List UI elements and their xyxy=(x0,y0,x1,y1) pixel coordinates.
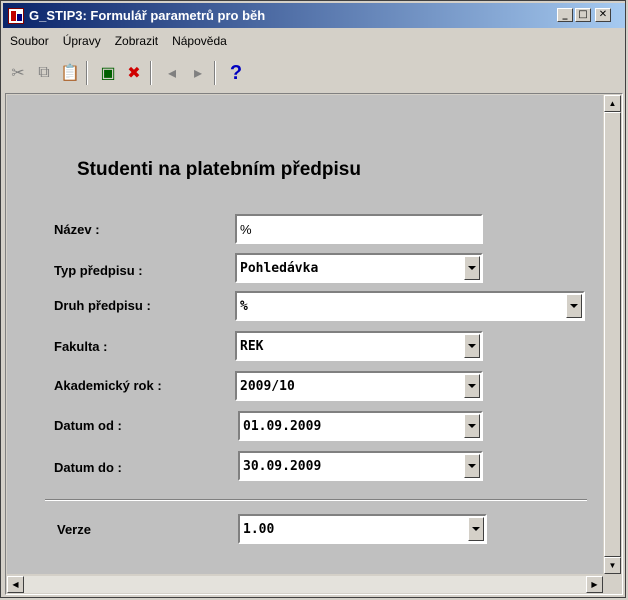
cut-icon[interactable]: ✂ xyxy=(7,62,29,84)
label-typ-predpisu: Typ předpisu : xyxy=(54,263,143,278)
scroll-left-icon[interactable]: ◀ xyxy=(7,576,24,593)
delete-icon[interactable]: ✖ xyxy=(123,62,145,84)
druh-predpisu-dropdown[interactable]: % xyxy=(235,291,585,321)
menu-napoveda[interactable]: Nápověda xyxy=(165,34,234,48)
menu-bar: Soubor Úpravy Zobrazit Nápověda xyxy=(3,30,234,52)
scroll-down-icon[interactable]: ▼ xyxy=(604,557,621,574)
verze-dropdown[interactable]: 1.00 xyxy=(238,514,487,544)
previous-record-icon[interactable]: ◂ xyxy=(161,62,183,84)
typ-predpisu-value: Pohledávka xyxy=(240,260,319,276)
label-akademicky-rok: Akademický rok : xyxy=(54,378,162,393)
label-druh-predpisu: Druh předpisu : xyxy=(54,298,151,313)
label-datum-od: Datum od : xyxy=(54,418,122,433)
menu-soubor[interactable]: Soubor xyxy=(3,34,56,48)
maximize-button[interactable]: □ xyxy=(575,8,591,22)
label-fakulta: Fakulta : xyxy=(54,339,108,354)
datum-do-dropdown[interactable]: 30.09.2009 xyxy=(238,451,483,481)
close-button[interactable]: ✕ xyxy=(595,8,611,22)
datum-od-dropdown[interactable]: 01.09.2009 xyxy=(238,411,483,441)
toolbar: ✂ ⧉ 📋 ▣ ✖ ◂ ▸ ? xyxy=(3,56,625,90)
label-verze: Verze xyxy=(57,522,91,537)
druh-predpisu-chevron-down-icon[interactable] xyxy=(566,294,582,318)
akademicky-rok-chevron-down-icon[interactable] xyxy=(464,374,480,398)
druh-predpisu-value: % xyxy=(240,298,248,314)
toolbar-separator xyxy=(150,61,152,85)
vertical-scrollbar[interactable]: ▲ ▼ xyxy=(604,95,621,574)
form-title: Studenti na platebním předpisu xyxy=(77,159,361,180)
label-datum-do: Datum do : xyxy=(54,460,122,475)
menu-upravy[interactable]: Úpravy xyxy=(56,34,108,48)
datum-od-chevron-down-icon[interactable] xyxy=(464,414,480,438)
menu-zobrazit[interactable]: Zobrazit xyxy=(108,34,165,48)
app-icon[interactable] xyxy=(8,7,24,24)
minimize-button[interactable]: _ xyxy=(557,8,573,22)
label-nazev: Název : xyxy=(54,222,100,237)
akademicky-rok-dropdown[interactable]: 2009/10 xyxy=(235,371,483,401)
akademicky-rok-value: 2009/10 xyxy=(240,378,295,394)
help-icon[interactable]: ? xyxy=(225,62,247,84)
verze-value: 1.00 xyxy=(243,521,275,537)
horizontal-scrollbar[interactable]: ◀ ▶ xyxy=(7,576,603,593)
application-window: G_STIP3: Formulář parametrů pro běh _ □ … xyxy=(0,0,626,598)
scrollbar-corner xyxy=(604,576,621,593)
next-record-icon[interactable]: ▸ xyxy=(187,62,209,84)
datum-od-value: 01.09.2009 xyxy=(243,418,322,434)
typ-predpisu-dropdown[interactable]: Pohledávka xyxy=(235,253,483,283)
title-bar[interactable]: G_STIP3: Formulář parametrů pro běh _ □ … xyxy=(3,3,625,28)
datum-do-value: 30.09.2009 xyxy=(243,458,322,474)
run-icon[interactable]: ▣ xyxy=(97,62,119,84)
fakulta-value: REK xyxy=(240,338,264,354)
scroll-right-icon[interactable]: ▶ xyxy=(586,576,603,593)
copy-icon[interactable]: ⧉ xyxy=(33,62,55,84)
paste-icon[interactable]: 📋 xyxy=(59,62,81,84)
toolbar-separator xyxy=(86,61,88,85)
toolbar-separator xyxy=(214,61,216,85)
typ-predpisu-chevron-down-icon[interactable] xyxy=(464,256,480,280)
fakulta-chevron-down-icon[interactable] xyxy=(464,334,480,358)
verze-chevron-down-icon[interactable] xyxy=(468,517,484,541)
nazev-input[interactable]: % xyxy=(235,214,483,244)
vertical-scroll-thumb[interactable] xyxy=(604,112,621,557)
datum-do-chevron-down-icon[interactable] xyxy=(464,454,480,478)
fakulta-dropdown[interactable]: REK xyxy=(235,331,483,361)
window-title: G_STIP3: Formulář parametrů pro běh xyxy=(29,8,266,23)
scroll-up-icon[interactable]: ▲ xyxy=(604,95,621,112)
form-divider xyxy=(45,499,587,501)
